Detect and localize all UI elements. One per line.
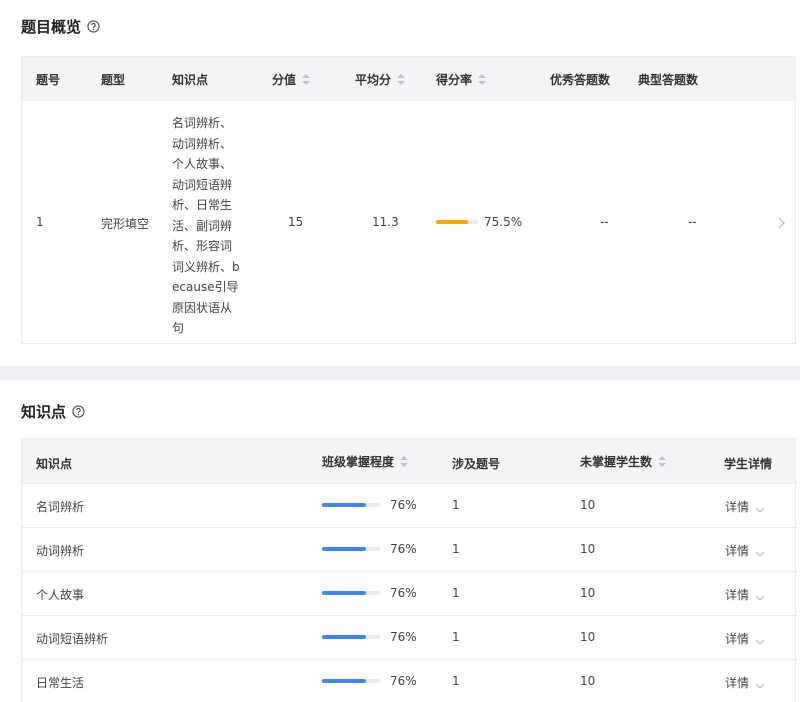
- cell-mastery: 76%: [390, 674, 417, 688]
- col-header-unmastered[interactable]: 未掌握学生数: [580, 453, 667, 470]
- col-header-kp-name: 知识点: [36, 457, 73, 471]
- col-header-excellent: 优秀答题数: [550, 73, 611, 87]
- cell-unmastered: 10: [580, 630, 596, 644]
- detail-button[interactable]: 详情: [725, 674, 765, 691]
- detail-label: 详情: [725, 588, 750, 602]
- col-header-mastery-label: 班级掌握程度: [322, 455, 395, 469]
- section-divider: [0, 366, 800, 380]
- cell-score: 15: [288, 215, 304, 229]
- mastery-progress-fill: [322, 547, 367, 551]
- chevron-down-icon: [755, 635, 765, 645]
- mastery-progress-fill: [322, 503, 367, 507]
- cell-mastery: 76%: [390, 630, 417, 644]
- detail-label: 详情: [725, 500, 750, 514]
- mastery-progress-fill: [322, 635, 367, 639]
- cell-questions: 1: [452, 674, 460, 688]
- sort-icon[interactable]: [658, 456, 667, 467]
- detail-label: 详情: [725, 544, 750, 558]
- detail-label: 详情: [725, 632, 750, 646]
- cell-rate: 75.5%: [484, 215, 523, 229]
- sort-icon[interactable]: [478, 74, 487, 85]
- cell-kp-name: 动词辨析: [36, 544, 85, 558]
- cell-mastery: 76%: [390, 498, 417, 512]
- help-icon[interactable]: [72, 405, 85, 418]
- table-row: 动词短语辨析 76% 1 10 详情: [22, 615, 797, 659]
- mastery-progress-fill: [322, 591, 367, 595]
- col-header-mastery[interactable]: 班级掌握程度: [322, 453, 409, 470]
- chevron-down-icon: [755, 503, 765, 513]
- table-row: 日常生活 76% 1 10 详情: [22, 659, 797, 702]
- detail-button[interactable]: 详情: [725, 542, 765, 559]
- mastery-progress-bar: [322, 635, 380, 639]
- detail-button[interactable]: 详情: [725, 630, 765, 647]
- chevron-down-icon: [755, 679, 765, 689]
- col-header-rate-label: 得分率: [436, 73, 473, 87]
- cell-type: 完形填空: [101, 217, 150, 231]
- overview-table-header: 题号 题型 知识点 分值 平均分 得分率 优秀答题数 典型答题数: [22, 57, 795, 101]
- cell-no: 1: [36, 215, 44, 229]
- cell-unmastered: 10: [580, 586, 596, 600]
- cell-questions: 1: [452, 586, 460, 600]
- col-header-knowledge: 知识点: [172, 73, 209, 87]
- cell-unmastered: 10: [580, 542, 596, 556]
- overview-table: 题号 题型 知识点 分值 平均分 得分率 优秀答题数 典型答题数 1 完形填空 …: [21, 56, 796, 344]
- rate-progress-bar: [436, 220, 478, 224]
- knowledge-title-text: 知识点: [21, 403, 67, 421]
- cell-unmastered: 10: [580, 674, 596, 688]
- cell-questions: 1: [452, 498, 460, 512]
- cell-mastery: 76%: [390, 586, 417, 600]
- col-header-detail: 学生详情: [724, 457, 773, 471]
- sort-icon[interactable]: [302, 74, 311, 85]
- chevron-down-icon: [755, 547, 765, 557]
- help-icon[interactable]: [87, 20, 100, 33]
- mastery-progress-bar: [322, 503, 380, 507]
- cell-unmastered: 10: [580, 498, 596, 512]
- col-header-type: 题型: [101, 73, 126, 87]
- col-header-score[interactable]: 分值: [272, 71, 311, 88]
- col-header-typical: 典型答题数: [638, 73, 699, 87]
- mastery-progress-fill: [322, 679, 367, 683]
- cell-questions: 1: [452, 542, 460, 556]
- detail-button[interactable]: 详情: [725, 586, 765, 603]
- table-row: 名词辨析 76% 1 10 详情: [22, 483, 797, 527]
- cell-excellent: --: [600, 215, 609, 229]
- col-header-no: 题号: [36, 73, 61, 87]
- mastery-progress-bar: [322, 679, 380, 683]
- col-header-rate[interactable]: 得分率: [436, 71, 487, 88]
- chevron-down-icon: [755, 591, 765, 601]
- col-header-avg[interactable]: 平均分: [355, 71, 406, 88]
- overview-section-title: 题目概览: [21, 16, 100, 37]
- knowledge-table-header: 知识点 班级掌握程度 涉及题号 未掌握学生数 学生详情: [22, 439, 795, 483]
- cell-avg: 11.3: [372, 215, 399, 229]
- sort-icon[interactable]: [397, 74, 406, 85]
- cell-kp-name: 动词短语辨析: [36, 632, 109, 646]
- overview-title-text: 题目概览: [21, 18, 82, 36]
- knowledge-table: 知识点 班级掌握程度 涉及题号 未掌握学生数 学生详情 名词辨析 76% 1 10 详情…: [21, 438, 797, 702]
- cell-knowledge: 名词辨析、动词辨析、个人故事、动词短语辨析、日常生活、副词辨析、形容词词义辨析、…: [172, 116, 240, 335]
- detail-label: 详情: [725, 676, 750, 690]
- mastery-progress-bar: [322, 547, 380, 551]
- col-header-score-label: 分值: [272, 73, 297, 87]
- cell-kp-name: 名词辨析: [36, 500, 85, 514]
- table-row: 个人故事 76% 1 10 详情: [22, 571, 797, 615]
- col-header-unmastered-label: 未掌握学生数: [580, 455, 653, 469]
- chevron-right-icon[interactable]: [776, 216, 786, 230]
- sort-icon[interactable]: [400, 456, 409, 467]
- cell-kp-name: 个人故事: [36, 588, 85, 602]
- overview-table-row[interactable]: 1 完形填空 名词辨析、动词辨析、个人故事、动词短语辨析、日常生活、副词辨析、形…: [22, 101, 795, 344]
- col-header-avg-label: 平均分: [355, 73, 392, 87]
- col-header-questions: 涉及题号: [452, 457, 501, 471]
- cell-typical: --: [688, 215, 697, 229]
- cell-kp-name: 日常生活: [36, 676, 85, 690]
- knowledge-section-title: 知识点: [21, 401, 85, 422]
- cell-mastery: 76%: [390, 542, 417, 556]
- table-row: 动词辨析 76% 1 10 详情: [22, 527, 797, 571]
- rate-progress-fill: [436, 220, 468, 224]
- cell-questions: 1: [452, 630, 460, 644]
- detail-button[interactable]: 详情: [725, 498, 765, 515]
- mastery-progress-bar: [322, 591, 380, 595]
